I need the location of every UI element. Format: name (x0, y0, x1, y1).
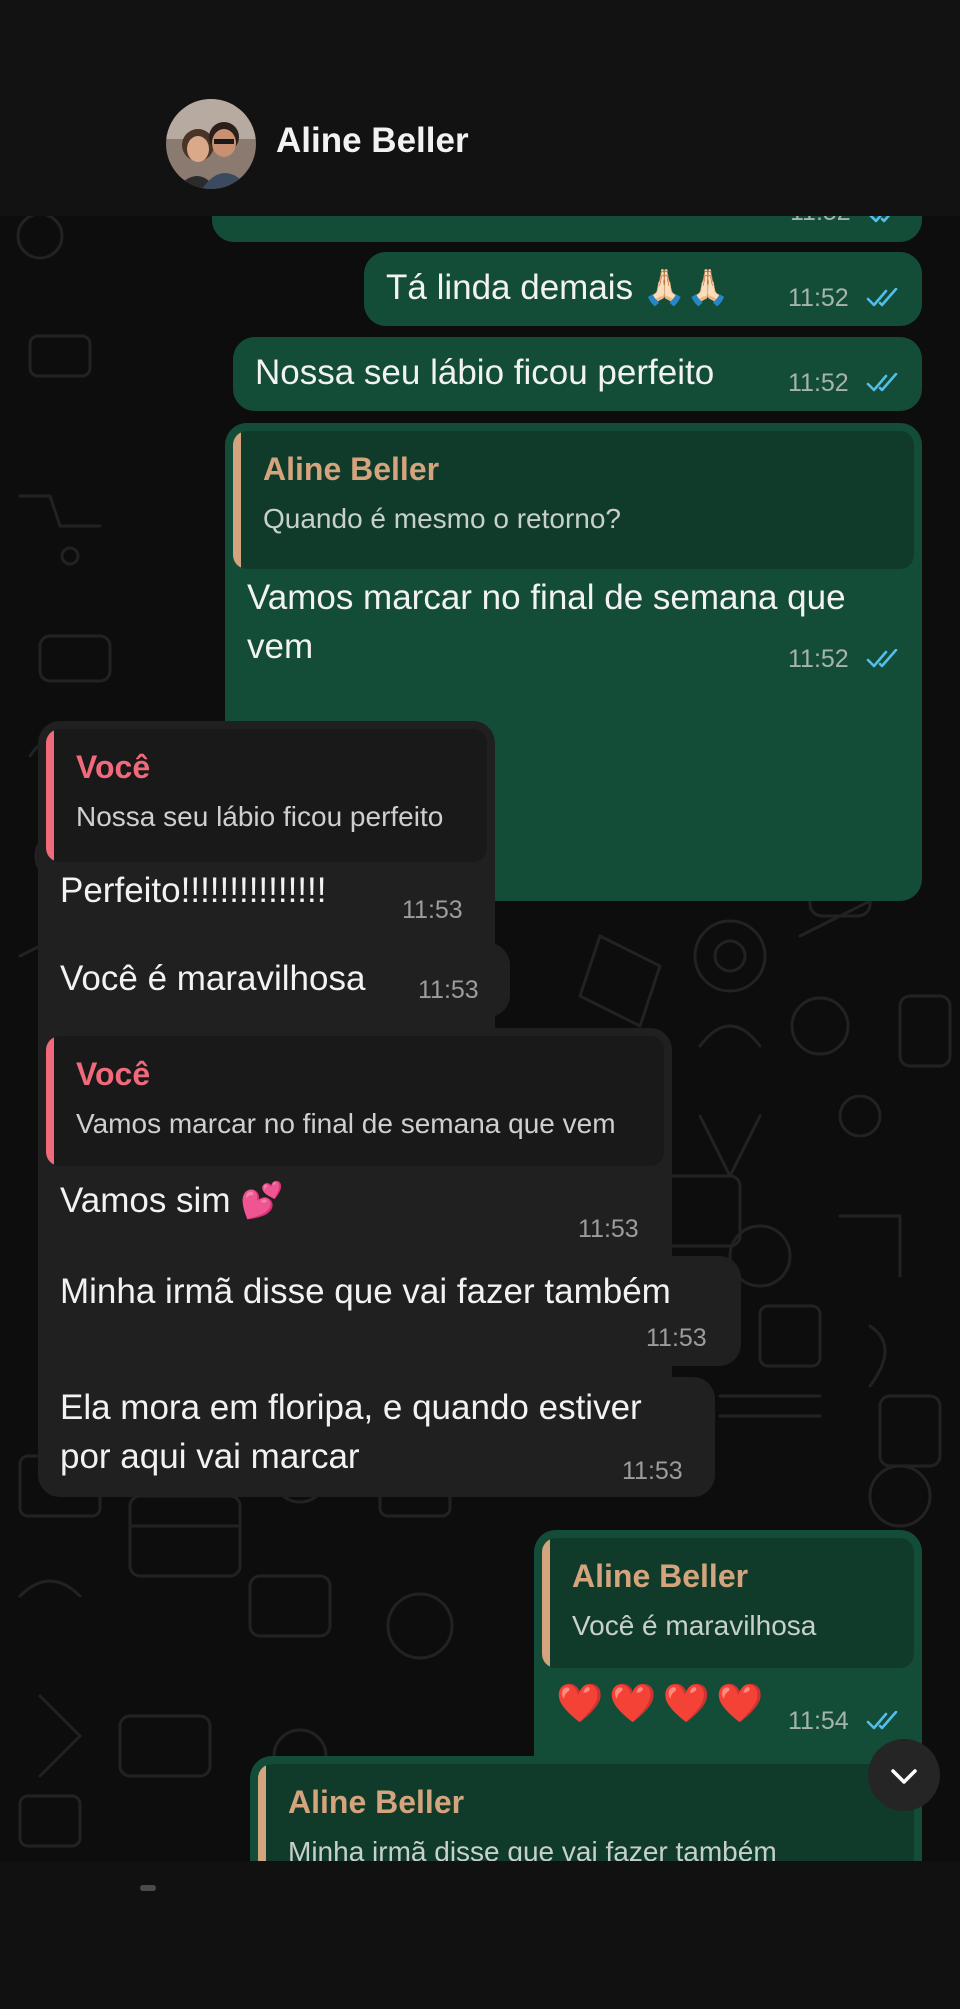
message-bubble-incoming[interactable]: Minha irmã disse que vai fazer também 11… (38, 1256, 741, 1366)
message-text: Tá linda demais 🙏🏻🙏🏻 (386, 268, 730, 307)
message-bubble-outgoing[interactable]: Nossa seu lábio ficou perfeito 11:52 (233, 337, 922, 411)
quote-accent-bar (258, 1764, 266, 1861)
quote-author: Aline Beller (263, 451, 440, 487)
message-time: 11:54 (788, 1707, 849, 1735)
quote-text: Você é maravilhosa (572, 1610, 817, 1641)
quote-accent-bar (46, 729, 54, 862)
message-emoji-hearts: ❤️❤️❤️❤️ (556, 1683, 770, 1725)
message-text: Minha irmã disse que vai fazer também (60, 1272, 671, 1311)
message-time: 11:52 (788, 645, 849, 673)
chat-header: Aline Beller (0, 0, 960, 216)
message-time: 11:53 (622, 1457, 683, 1485)
message-time: 11:52 (788, 369, 849, 397)
read-receipt-icon (866, 373, 898, 392)
quoted-message[interactable]: Aline Beller Quando é mesmo o retorno? (233, 431, 914, 569)
quote-author: Aline Beller (288, 1784, 465, 1820)
quote-author: Aline Beller (572, 1558, 749, 1594)
quoted-message[interactable]: Aline Beller Você é maravilhosa (542, 1538, 914, 1668)
chevron-down-icon (891, 1769, 917, 1784)
message-bubble-incoming[interactable]: Ela mora em floripa, e quando estiver po… (38, 1377, 715, 1497)
message-text-line: vem (247, 627, 314, 666)
read-receipt-icon (866, 288, 898, 307)
quote-accent-bar (542, 1538, 550, 1668)
message-text-line: Ela mora em floripa, e quando estiver (60, 1388, 642, 1427)
message-time: 11:52 (790, 216, 851, 227)
message-time: 11:53 (646, 1324, 707, 1352)
quote-text: Quando é mesmo o retorno? (263, 503, 621, 534)
quote-accent-bar (46, 1036, 54, 1166)
message-bubble-outgoing[interactable]: 11:52 (212, 216, 922, 242)
quote-text: Vamos marcar no final de semana que vem (76, 1108, 616, 1139)
message-text-line: Vamos marcar no final de semana que (247, 578, 846, 617)
message-time: 11:53 (418, 976, 479, 1004)
read-receipt-icon (866, 1711, 898, 1730)
quote-text: Nossa seu lábio ficou perfeito (76, 801, 444, 832)
quoted-message[interactable]: Você Vamos marcar no final de semana que… (46, 1036, 664, 1166)
message-time: 11:53 (578, 1215, 639, 1243)
message-text-line: por aqui vai marcar (60, 1437, 360, 1476)
quoted-message[interactable]: Você Nossa seu lábio ficou perfeito (46, 729, 487, 862)
message-time: 11:53 (402, 896, 463, 924)
message-time: 11:52 (788, 284, 849, 312)
read-receipt-icon (869, 216, 891, 223)
message-text: Perfeito!!!!!!!!!!!!!!! (60, 871, 327, 910)
composer-bar (0, 1861, 960, 2009)
composer-indicator (140, 1885, 156, 1891)
scroll-to-bottom-button[interactable] (868, 1739, 940, 1811)
quote-text: Minha irmã disse que vai fazer também (288, 1836, 777, 1861)
message-bubble-outgoing[interactable]: Tá linda demais 🙏🏻🙏🏻 11:52 (364, 252, 922, 326)
contact-avatar[interactable] (166, 99, 256, 189)
quoted-message[interactable]: Aline Beller Minha irmã disse que vai fa… (258, 1764, 914, 1861)
message-bubble-outgoing-reply[interactable]: Aline Beller Minha irmã disse que vai fa… (250, 1756, 922, 1861)
chat-area[interactable]: 11:52 Tá linda demais 🙏🏻🙏🏻 11:52 Nossa s… (0, 216, 960, 1861)
message-bubble-incoming[interactable]: Você é maravilhosa 11:53 (38, 943, 510, 1017)
read-receipt-icon (866, 649, 898, 668)
message-text: Nossa seu lábio ficou perfeito (255, 353, 715, 392)
message-text: Você é maravilhosa (60, 959, 366, 998)
quote-author: Você (76, 749, 151, 785)
contact-name[interactable]: Aline Beller (276, 121, 469, 161)
quote-accent-bar (233, 431, 241, 569)
quote-author: Você (76, 1056, 151, 1092)
message-text: Vamos sim 💕 (60, 1181, 284, 1220)
